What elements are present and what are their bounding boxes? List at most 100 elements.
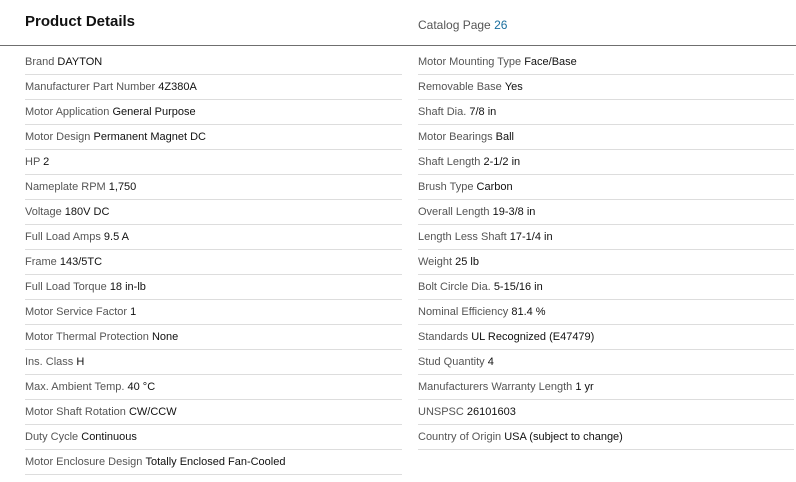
spec-row: Full Load Amps 9.5 A [25, 225, 402, 250]
spec-row: Manufacturer Part Number 4Z380A [25, 75, 402, 100]
spec-value: 143/5TC [59, 256, 103, 268]
spec-row: Motor Mounting Type Face/Base [418, 50, 794, 75]
spec-value: 40 °C [127, 381, 156, 393]
spec-value: Permanent Magnet DC [93, 131, 206, 143]
spec-value: 5-15/16 in [493, 281, 543, 293]
spec-row: HP 2 [25, 150, 402, 175]
spec-row: Nominal Efficiency 81.4 % [418, 300, 794, 325]
spec-row: Max. Ambient Temp. 40 °C [25, 375, 402, 400]
spec-row: Manufacturers Warranty Length 1 yr [418, 375, 794, 400]
spec-label: Nominal Efficiency [418, 306, 509, 318]
spec-label: Brush Type [418, 181, 474, 193]
spec-row: Brush Type Carbon [418, 175, 794, 200]
spec-label: Manufacturer Part Number [25, 81, 156, 93]
spec-value: 4 [487, 356, 494, 368]
spec-value: 1,750 [108, 181, 137, 193]
spec-value: 180V DC [64, 206, 110, 218]
spec-label: Length Less Shaft [418, 231, 507, 243]
spec-value: 19-3/8 in [492, 206, 536, 218]
spec-value: 26101603 [466, 406, 516, 418]
spec-value: 4Z380A [158, 81, 197, 93]
spec-row: Motor Design Permanent Magnet DC [25, 125, 402, 150]
spec-value: 1 [130, 306, 137, 318]
spec-row: Shaft Dia. 7/8 in [418, 100, 794, 125]
spec-value: General Purpose [112, 106, 196, 118]
spec-row: Ins. Class H [25, 350, 402, 375]
catalog-page-label: Catalog Page [418, 18, 491, 32]
spec-row: Motor Bearings Ball [418, 125, 794, 150]
spec-row: Brand DAYTON [25, 50, 402, 75]
spec-value: 2-1/2 in [483, 156, 521, 168]
spec-label: Stud Quantity [418, 356, 485, 368]
spec-value: 18 in-lb [109, 281, 146, 293]
details-header: Product Details Catalog Page 26 [0, 0, 796, 46]
spec-label: Weight [418, 256, 453, 268]
spec-row: Removable Base Yes [418, 75, 794, 100]
spec-row: Motor Thermal Protection None [25, 325, 402, 350]
spec-value: Carbon [476, 181, 513, 193]
spec-label: UNSPSC [418, 406, 464, 418]
spec-value: CW/CCW [128, 406, 177, 418]
catalog-page-link[interactable]: 26 [494, 18, 507, 32]
spec-label: Motor Thermal Protection [25, 331, 149, 343]
spec-label: Frame [25, 256, 57, 268]
spec-row: Shaft Length 2-1/2 in [418, 150, 794, 175]
spec-value: 2 [43, 156, 50, 168]
spec-value: USA (subject to change) [504, 431, 623, 443]
spec-label: Duty Cycle [25, 431, 79, 443]
spec-row: Weight 25 lb [418, 250, 794, 275]
spec-label: Brand [25, 56, 55, 68]
spec-row: Overall Length 19-3/8 in [418, 200, 794, 225]
catalog-page: Catalog Page 26 [418, 18, 507, 32]
spec-label: Motor Shaft Rotation [25, 406, 126, 418]
spec-label: Ins. Class [25, 356, 74, 368]
spec-row: UNSPSC 26101603 [418, 400, 794, 425]
spec-label: Motor Enclosure Design [25, 456, 143, 468]
spec-label: Motor Design [25, 131, 91, 143]
spec-row: Standards UL Recognized (E47479) [418, 325, 794, 350]
spec-value: 81.4 % [511, 306, 546, 318]
spec-row: Frame 143/5TC [25, 250, 402, 275]
spec-row: Country of Origin USA (subject to change… [418, 425, 794, 450]
spec-row: Stud Quantity 4 [418, 350, 794, 375]
spec-label: Shaft Dia. [418, 106, 467, 118]
spec-row: Length Less Shaft 17-1/4 in [418, 225, 794, 250]
spec-value: 25 lb [455, 256, 479, 268]
spec-row: Nameplate RPM 1,750 [25, 175, 402, 200]
spec-label: Voltage [25, 206, 62, 218]
spec-label: Motor Mounting Type [418, 56, 522, 68]
spec-label: Bolt Circle Dia. [418, 281, 491, 293]
spec-label: Motor Application [25, 106, 110, 118]
spec-label: Shaft Length [418, 156, 481, 168]
spec-value: Continuous [81, 431, 137, 443]
spec-value: DAYTON [57, 56, 103, 68]
spec-label: Max. Ambient Temp. [25, 381, 125, 393]
spec-row: Motor Service Factor 1 [25, 300, 402, 325]
spec-row: Full Load Torque 18 in-lb [25, 275, 402, 300]
spec-label: Nameplate RPM [25, 181, 106, 193]
spec-row: Motor Application General Purpose [25, 100, 402, 125]
details-left-column: Brand DAYTON Manufacturer Part Number 4Z3… [25, 50, 402, 475]
details-right-column: Motor Mounting Type Face/Base Removable B… [418, 50, 794, 450]
spec-row: Motor Enclosure Design Totally Enclosed … [25, 450, 402, 475]
spec-label: Overall Length [418, 206, 490, 218]
spec-label: Standards [418, 331, 469, 343]
spec-value: 7/8 in [469, 106, 497, 118]
spec-label: Full Load Amps [25, 231, 101, 243]
spec-value: 9.5 A [103, 231, 129, 243]
spec-value: H [76, 356, 85, 368]
spec-value: UL Recognized (E47479) [471, 331, 595, 343]
spec-value: Yes [504, 81, 523, 93]
spec-row: Bolt Circle Dia. 5-15/16 in [418, 275, 794, 300]
spec-value: 17-1/4 in [509, 231, 553, 243]
spec-label: Country of Origin [418, 431, 502, 443]
spec-label: Motor Bearings [418, 131, 493, 143]
spec-value: 1 yr [575, 381, 594, 393]
spec-label: HP [25, 156, 41, 168]
spec-label: Motor Service Factor [25, 306, 128, 318]
spec-row: Voltage 180V DC [25, 200, 402, 225]
spec-row: Motor Shaft Rotation CW/CCW [25, 400, 402, 425]
spec-value: Face/Base [524, 56, 577, 68]
spec-label: Manufacturers Warranty Length [418, 381, 573, 393]
spec-value: Totally Enclosed Fan-Cooled [145, 456, 286, 468]
